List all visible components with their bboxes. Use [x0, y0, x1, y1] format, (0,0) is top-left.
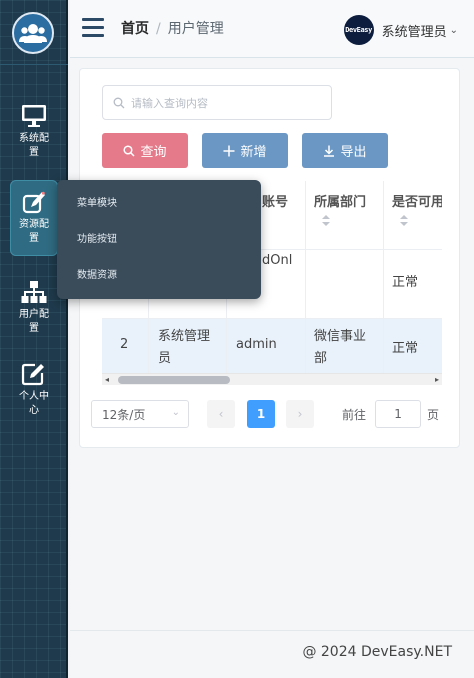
- breadcrumb: 首页 / 用户管理: [121, 19, 224, 39]
- submenu-item-menu-module[interactable]: 菜单模块: [57, 186, 261, 222]
- goto-label: 前往: [342, 407, 367, 422]
- chevron-down-icon: ⌄: [449, 24, 458, 36]
- download-icon: [324, 145, 335, 157]
- table-divider: [102, 318, 442, 319]
- plus-icon: [223, 145, 235, 156]
- chevron-right-icon: ›: [297, 407, 303, 421]
- table-horizontal-scrollbar[interactable]: ◂ ▸: [102, 373, 442, 385]
- page-number-button[interactable]: 1: [247, 400, 275, 428]
- search-input[interactable]: 请输入查询内容: [102, 85, 332, 120]
- search-placeholder: 请输入查询内容: [131, 96, 208, 110]
- scroll-right-arrow-icon[interactable]: ▸: [435, 375, 439, 384]
- chevron-left-icon: ‹: [218, 407, 224, 421]
- cell-name: 系统管理员: [158, 329, 211, 366]
- sidebar-item-user-config[interactable]: 用户配置: [10, 270, 58, 346]
- sort-icon[interactable]: [322, 215, 330, 227]
- page-size-value: 12条/页: [102, 407, 146, 422]
- sidebar-item-label: 资源配置: [19, 219, 49, 244]
- org-chart-icon: [21, 281, 47, 303]
- cell-index: 2: [120, 337, 129, 352]
- table-col-divider: [305, 181, 306, 373]
- edit-icon: [21, 363, 44, 386]
- column-header-available[interactable]: 是否可用: [392, 191, 442, 210]
- sidebar-item-personal-center[interactable]: 个人中心: [10, 352, 58, 428]
- breadcrumb-separator: /: [156, 21, 161, 37]
- export-button-label: 导出: [340, 145, 367, 160]
- sidebar-item-resource-config[interactable]: 资源配置: [10, 180, 61, 256]
- cell-account: dOnl: [262, 253, 293, 268]
- scroll-left-arrow-icon[interactable]: ◂: [105, 375, 109, 384]
- search-icon: [123, 144, 136, 157]
- pen-icon: [22, 191, 45, 214]
- user-menu[interactable]: DevEasy 系统管理员 ⌄: [343, 15, 458, 45]
- add-button[interactable]: 新增: [202, 133, 288, 168]
- sidebar-item-label: 个人中心: [19, 391, 49, 416]
- copyright-text: @ 2024 DevEasy.NET: [302, 644, 452, 660]
- cell-status: 正常: [392, 275, 419, 290]
- submenu-item-data-resources[interactable]: 数据资源: [57, 258, 261, 294]
- footer: @ 2024 DevEasy.NET: [70, 630, 474, 678]
- page-size-select[interactable]: 12条/页 ⌄: [91, 400, 189, 428]
- sidebar-item-system-config[interactable]: 系统配置: [10, 94, 58, 170]
- cell-status: 正常: [392, 341, 419, 356]
- monitor-icon: [22, 105, 46, 127]
- cell-account: admin: [236, 337, 277, 352]
- goto-page: 前往 1 页: [342, 400, 439, 428]
- resource-config-submenu: 菜单模块 功能按钮 数据资源: [57, 180, 261, 299]
- sort-icon[interactable]: [400, 215, 408, 227]
- avatar: DevEasy: [343, 15, 374, 45]
- users-group-icon: [19, 24, 47, 43]
- main-content: 请输入查询内容 查询 新增 导出 账号 所属部门 是否可用 dOnl 正常 2 …: [70, 58, 474, 638]
- top-header: 首页 / 用户管理 DevEasy 系统管理员 ⌄: [70, 0, 474, 58]
- breadcrumb-home[interactable]: 首页: [121, 19, 149, 39]
- sidebar-divider: [0, 64, 68, 65]
- pagination: 12条/页 ⌄ ‹ 1 › 前往 1 页: [80, 400, 461, 430]
- app-logo[interactable]: [12, 12, 54, 54]
- add-button-label: 新增: [240, 145, 267, 160]
- prev-page-button[interactable]: ‹: [207, 400, 235, 428]
- goto-page-input[interactable]: 1: [375, 400, 422, 428]
- cell-department: 微信事业部: [314, 329, 367, 366]
- sidebar-item-label: 系统配置: [19, 133, 49, 158]
- table-col-divider: [383, 181, 384, 373]
- column-header-department[interactable]: 所属部门: [314, 191, 366, 210]
- breadcrumb-current: 用户管理: [167, 21, 224, 37]
- query-button[interactable]: 查询: [102, 133, 188, 168]
- username: 系统管理员: [381, 24, 447, 40]
- export-button[interactable]: 导出: [302, 133, 388, 168]
- scrollbar-thumb[interactable]: [118, 376, 230, 384]
- chevron-down-icon: ⌄: [171, 407, 180, 418]
- sidebar: 系统配置 资源配置 用户配置 个人中心: [0, 0, 68, 678]
- column-header-account[interactable]: 账号: [262, 191, 288, 210]
- next-page-button[interactable]: ›: [286, 400, 314, 428]
- query-button-label: 查询: [140, 145, 167, 160]
- sidebar-item-label: 用户配置: [19, 309, 49, 334]
- submenu-item-function-buttons[interactable]: 功能按钮: [57, 222, 261, 258]
- search-icon: [113, 97, 125, 108]
- goto-suffix: 页: [427, 407, 440, 422]
- hamburger-menu-icon[interactable]: [82, 18, 104, 38]
